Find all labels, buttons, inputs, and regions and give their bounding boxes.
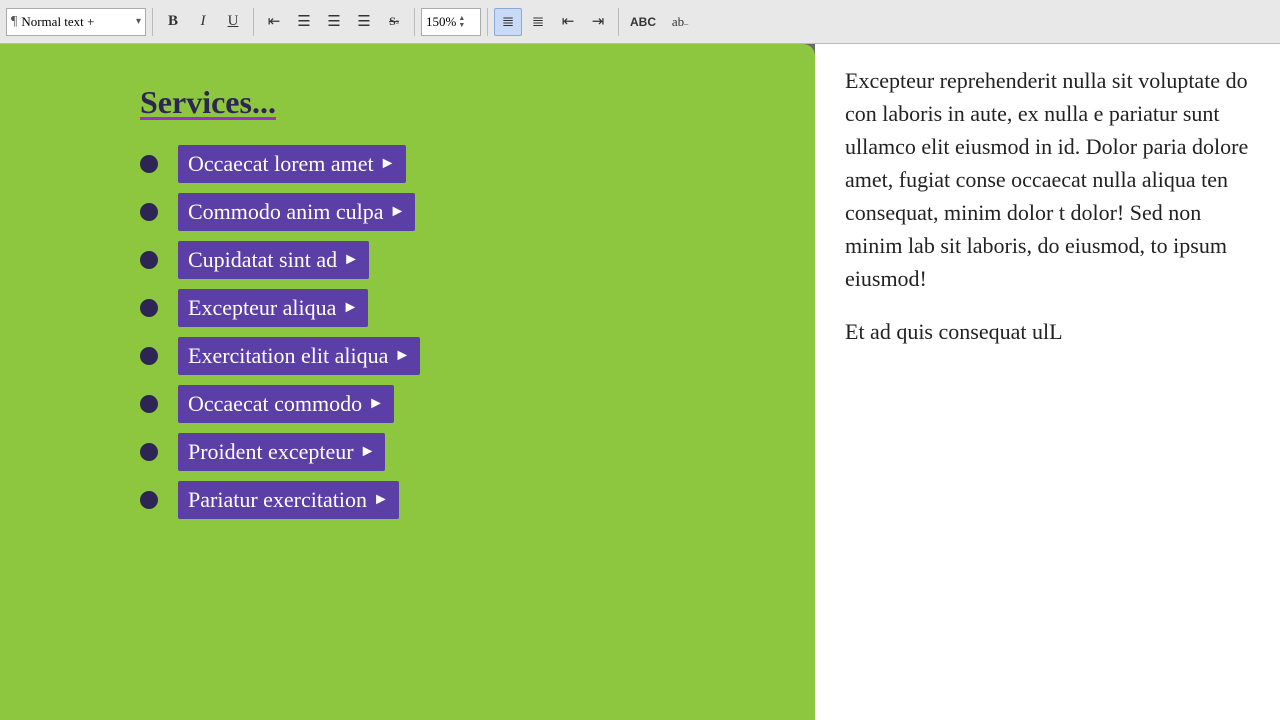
list-item: Excepteur aliqua ► <box>140 289 755 327</box>
align-left-button[interactable]: ⇤ <box>260 8 288 36</box>
list-item: Proident excepteur ► <box>140 433 755 471</box>
list-item: Occaecat commodo ► <box>140 385 755 423</box>
arrow-icon: ► <box>368 395 384 413</box>
arrow-icon: ► <box>343 251 359 269</box>
indent-increase-button[interactable]: ⇥ <box>584 8 612 36</box>
list-item: Cupidatat sint ad ► <box>140 241 755 279</box>
list-item: Commodo anim culpa ► <box>140 193 755 231</box>
list-item-label: Excepteur aliqua <box>188 295 336 321</box>
list-item-label: Exercitation elit aliqua <box>188 343 388 369</box>
arrow-icon: ► <box>373 491 389 509</box>
list-item-label: Commodo anim culpa <box>188 199 384 225</box>
list-item: Occaecat lorem amet ► <box>140 145 755 183</box>
abc-icon: ABC <box>630 15 656 29</box>
paragraph-icon: ¶ <box>11 14 17 30</box>
list-item-label: Occaecat commodo <box>188 391 362 417</box>
separator-5 <box>618 8 619 36</box>
bullet-dot <box>140 251 158 269</box>
style-label: Normal text + <box>21 14 94 30</box>
list-item-label: Cupidatat sint ad <box>188 247 337 273</box>
ordered-list-button[interactable]: ≣ <box>524 8 552 36</box>
list-item-label: Occaecat lorem amet <box>188 151 374 177</box>
align-justify-button[interactable]: ☰ <box>350 8 378 36</box>
separator-2 <box>253 8 254 36</box>
toolbar: ¶ Normal text + ▾ B I U ⇤ ☰ ☰ ☰ S s 150%… <box>0 0 1280 44</box>
zoom-control[interactable]: 150% ▲ ▼ <box>421 8 481 36</box>
list-item-tag[interactable]: Pariatur exercitation ► <box>178 481 399 519</box>
ab-icon: ab <box>672 14 684 30</box>
zoom-stepper[interactable]: ▲ ▼ <box>458 8 465 36</box>
strikethrough-button[interactable]: S s <box>380 8 408 36</box>
paragraph-1: Excepteur reprehenderit nulla sit volupt… <box>845 64 1260 295</box>
separator-4 <box>487 8 488 36</box>
list-item-tag[interactable]: Commodo anim culpa ► <box>178 193 415 231</box>
list-item-tag[interactable]: Cupidatat sint ad ► <box>178 241 369 279</box>
italic-button[interactable]: I <box>189 8 217 36</box>
bullet-dot <box>140 155 158 173</box>
arrow-icon: ► <box>390 203 406 221</box>
zoom-value: 150% <box>426 14 456 30</box>
arrow-icon: ► <box>360 443 376 461</box>
bold-button[interactable]: B <box>159 8 187 36</box>
bullet-dot <box>140 203 158 221</box>
bullet-dot <box>140 395 158 413</box>
align-center-button[interactable]: ☰ <box>290 8 318 36</box>
list-item-tag[interactable]: Occaecat commodo ► <box>178 385 394 423</box>
document-panel: Services... Occaecat lorem amet ► Commod… <box>0 44 815 720</box>
arrow-icon: ► <box>394 347 410 365</box>
bullet-dot <box>140 491 158 509</box>
list-item: Exercitation elit aliqua ► <box>140 337 755 375</box>
unordered-list-button[interactable]: ≣ <box>494 8 522 36</box>
arrow-icon: ► <box>380 155 396 173</box>
content-area: Services... Occaecat lorem amet ► Commod… <box>0 44 1280 720</box>
bullet-dot <box>140 443 158 461</box>
spell-check-button[interactable]: ABC <box>625 8 661 36</box>
underline-button[interactable]: U <box>219 8 247 36</box>
indent-decrease-button[interactable]: ⇤ <box>554 8 582 36</box>
text-panel: Excepteur reprehenderit nulla sit volupt… <box>815 44 1280 720</box>
style-dropdown[interactable]: ¶ Normal text + ▾ <box>6 8 146 36</box>
list-item-tag[interactable]: Proident excepteur ► <box>178 433 385 471</box>
chevron-down-icon: ▾ <box>136 16 141 27</box>
style-ab-button[interactable]: ab _ <box>663 8 697 36</box>
list-item-label: Pariatur exercitation <box>188 487 367 513</box>
bullet-dot <box>140 299 158 317</box>
paragraph-2: Et ad quis consequat ulL <box>845 315 1260 348</box>
separator-1 <box>152 8 153 36</box>
bullet-dot <box>140 347 158 365</box>
zoom-down-icon[interactable]: ▼ <box>458 22 465 29</box>
list-item-tag[interactable]: Excepteur aliqua ► <box>178 289 368 327</box>
services-title: Services... <box>140 84 755 121</box>
list-item: Pariatur exercitation ► <box>140 481 755 519</box>
list-item-tag[interactable]: Exercitation elit aliqua ► <box>178 337 420 375</box>
services-list: Occaecat lorem amet ► Commodo anim culpa… <box>140 145 755 519</box>
align-right-button[interactable]: ☰ <box>320 8 348 36</box>
list-item-tag[interactable]: Occaecat lorem amet ► <box>178 145 406 183</box>
separator-3 <box>414 8 415 36</box>
list-item-label: Proident excepteur <box>188 439 354 465</box>
arrow-icon: ► <box>342 299 358 317</box>
